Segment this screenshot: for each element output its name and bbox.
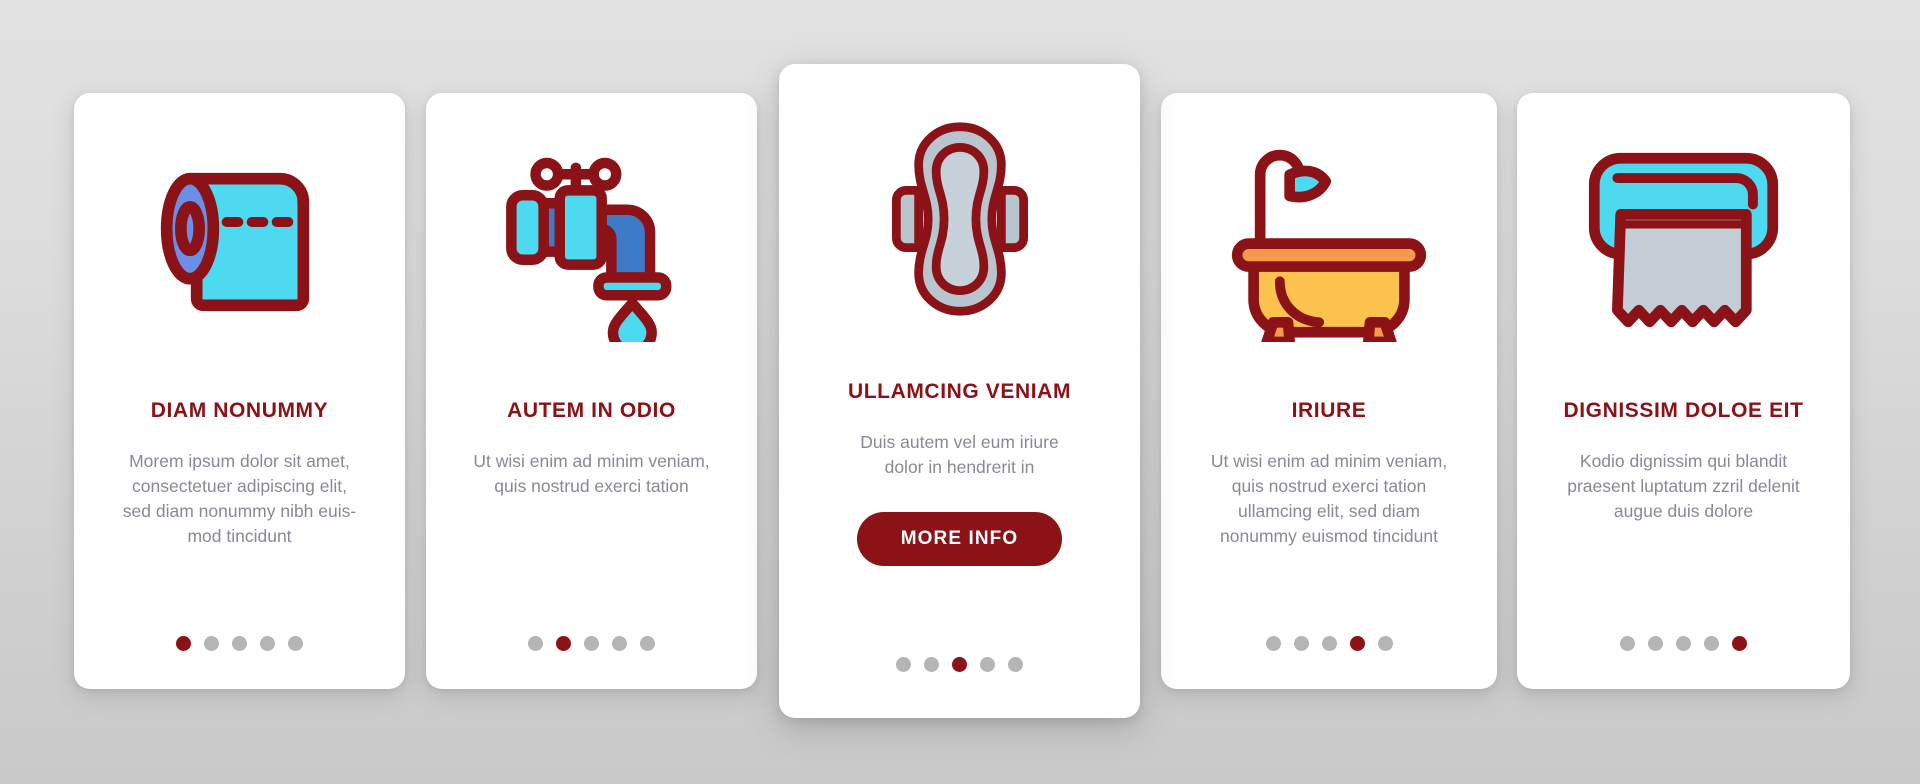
card-4-title: IRIURE	[1291, 399, 1367, 422]
pagination-dot-2[interactable]	[204, 636, 219, 651]
card-4-pagination-dots[interactable]	[1161, 636, 1497, 651]
pagination-dot-1[interactable]	[176, 636, 191, 651]
card-2-pagination-dots[interactable]	[426, 636, 757, 651]
card-1-title: DIAM NONUMMY	[150, 399, 329, 422]
card-3-icon-area	[779, 74, 1140, 364]
pagination-dot-3[interactable]	[1321, 636, 1337, 651]
card-3-body: Duis autem vel eum iriure dolor in hendr…	[860, 432, 1059, 477]
pagination-dot-5[interactable]	[1008, 657, 1023, 672]
pagination-dot-3[interactable]	[952, 657, 967, 672]
card-2-body: Ut wisi enim ad minim veniam, quis nostr…	[473, 451, 710, 496]
card-3-pagination-dots[interactable]	[779, 657, 1140, 672]
card-3-title: ULLAMCING VENIAM	[847, 380, 1072, 403]
pagination-dot-4[interactable]	[980, 657, 995, 672]
pagination-dot-1[interactable]	[1620, 636, 1635, 651]
pagination-dot-1[interactable]	[528, 636, 543, 651]
more-info-button[interactable]: MORE INFO	[856, 511, 1063, 566]
paper-towel-dispenser-icon	[1581, 145, 1786, 340]
onboarding-card-2[interactable]: AUTEM IN ODIO Ut wisi enim ad minim veni…	[426, 93, 757, 689]
pagination-dot-2[interactable]	[1293, 636, 1309, 651]
pagination-dot-3[interactable]	[584, 636, 599, 651]
pagination-dot-5[interactable]	[1732, 636, 1747, 651]
pagination-dot-4[interactable]	[1704, 636, 1719, 651]
card-4-body: Ut wisi enim ad minim veniam, quis nostr…	[1210, 451, 1448, 546]
pagination-dot-5[interactable]	[288, 636, 303, 651]
card-5-icon-area	[1517, 107, 1850, 377]
pagination-dot-2[interactable]	[924, 657, 939, 672]
sanitary-pad-icon	[870, 114, 1050, 324]
pagination-dot-1[interactable]	[1265, 636, 1281, 651]
toilet-paper-roll-icon	[140, 142, 340, 342]
onboarding-card-5[interactable]: DIGNISSIM DOLOE EIT Kodio dignissim qui …	[1517, 93, 1850, 689]
pagination-dot-2[interactable]	[556, 636, 571, 651]
card-2-title: AUTEM IN ODIO	[507, 399, 676, 422]
card-5-title: DIGNISSIM DOLOE EIT	[1563, 399, 1804, 422]
pagination-dot-5[interactable]	[1377, 636, 1393, 651]
onboarding-card-4[interactable]: IRIURE Ut wisi enim ad minim veniam, qui…	[1161, 93, 1497, 689]
card-1-pagination-dots[interactable]	[74, 636, 405, 651]
pagination-dot-3[interactable]	[1676, 636, 1691, 651]
pagination-dot-1[interactable]	[896, 657, 911, 672]
pagination-dot-2[interactable]	[1648, 636, 1663, 651]
card-2-icon-area	[426, 107, 757, 377]
bathtub-shower-icon	[1224, 142, 1434, 342]
card-4-icon-area	[1161, 107, 1497, 377]
water-faucet-icon	[492, 142, 692, 342]
card-5-body: Kodio dignissim qui blandit praesent lup…	[1567, 451, 1800, 521]
card-1-body: Morem ipsum dolor sit amet, consectetuer…	[122, 451, 357, 546]
pagination-dot-5[interactable]	[640, 636, 655, 651]
onboarding-card-1[interactable]: DIAM NONUMMY Morem ipsum dolor sit amet,…	[74, 93, 405, 689]
card-1-icon-area	[74, 107, 405, 377]
pagination-dot-4[interactable]	[1349, 636, 1365, 651]
pagination-dot-4[interactable]	[260, 636, 275, 651]
card-5-pagination-dots[interactable]	[1517, 636, 1850, 651]
pagination-dot-4[interactable]	[612, 636, 627, 651]
onboarding-screens-stage: DIAM NONUMMY Morem ipsum dolor sit amet,…	[0, 0, 1920, 784]
onboarding-card-3[interactable]: ULLAMCING VENIAM Duis autem vel eum iriu…	[779, 64, 1140, 718]
pagination-dot-3[interactable]	[232, 636, 247, 651]
